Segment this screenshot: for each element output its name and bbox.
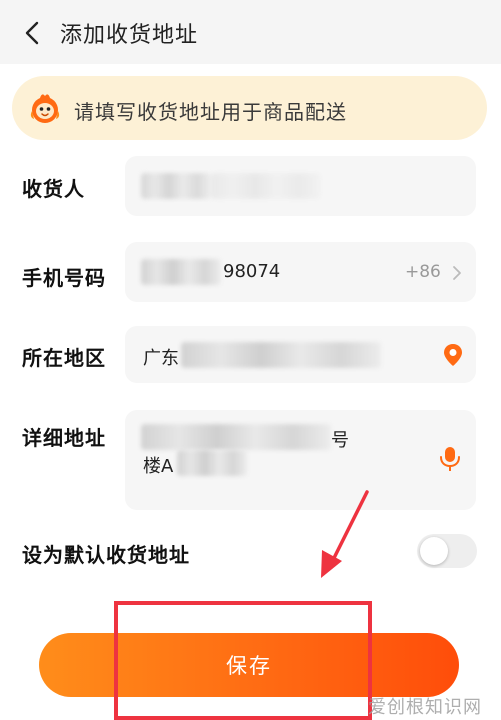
redacted-text (177, 450, 247, 476)
default-address-toggle[interactable] (417, 534, 477, 568)
watermark: 爱创根知识网 (368, 697, 482, 718)
region-visible-text: 广东 (143, 348, 179, 369)
phone-field[interactable]: 98074 +86 (125, 242, 476, 302)
address-line1-end: 号 (331, 430, 349, 451)
back-button[interactable] (20, 20, 44, 46)
header-bar: 添加收货地址 (0, 0, 501, 64)
redacted-text (181, 342, 381, 368)
redacted-text (141, 173, 211, 199)
address-line2-start: 楼A (143, 456, 174, 477)
redacted-text (211, 173, 321, 199)
recipient-label: 收货人 (22, 177, 85, 201)
toggle-knob (420, 537, 448, 565)
default-address-label: 设为默认收货地址 (22, 543, 190, 567)
chevron-right-icon[interactable] (452, 265, 462, 281)
highlight-box (114, 601, 372, 720)
address-label: 详细地址 (22, 426, 106, 450)
redacted-text (141, 424, 331, 450)
recipient-field[interactable] (125, 156, 476, 216)
region-label: 所在地区 (22, 346, 106, 370)
location-pin-icon[interactable] (443, 343, 463, 367)
phone-visible-digits: 98074 (223, 261, 281, 282)
address-field[interactable]: 号 楼A (125, 410, 476, 510)
country-code[interactable]: +86 (405, 262, 441, 282)
redacted-text (141, 259, 221, 285)
microphone-icon[interactable] (439, 446, 461, 472)
page-title: 添加收货地址 (60, 23, 199, 48)
mascot-icon (30, 94, 60, 123)
region-field[interactable]: 广东 (125, 326, 476, 383)
phone-label: 手机号码 (22, 266, 106, 290)
banner-text: 请填写收货地址用于商品配送 (74, 100, 347, 124)
chevron-left-icon (25, 21, 39, 45)
